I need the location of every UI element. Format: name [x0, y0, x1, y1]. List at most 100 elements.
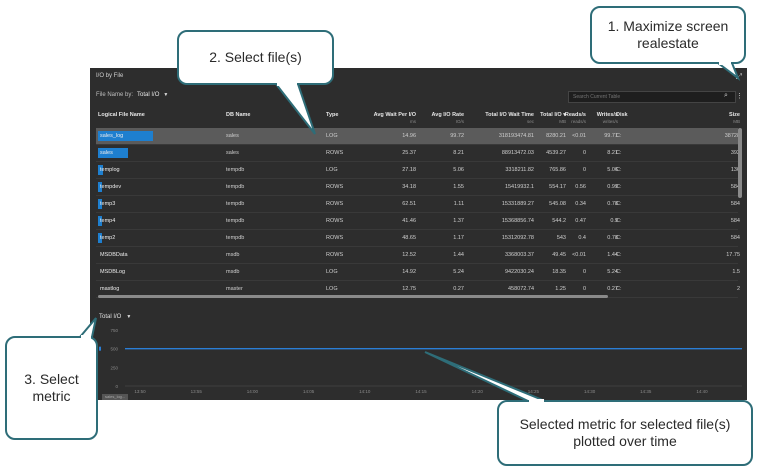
maximize-icon[interactable]: ⤢	[736, 72, 742, 82]
cell-type: ROWS	[326, 201, 344, 207]
cell-disk: C:	[616, 201, 622, 207]
table-row[interactable]: tempdev tempdb ROWS 34.18 1.55 15419932.1 554.…	[96, 179, 740, 196]
cell-db: tempdb	[226, 235, 245, 241]
cell-type: ROWS	[326, 252, 344, 258]
file-name-by-label: File Name by:	[96, 92, 134, 98]
cell-writes: 0.27	[607, 286, 618, 292]
chevron-down-icon[interactable]: ▼	[163, 92, 168, 98]
cell-size: 584	[730, 235, 740, 241]
table-header: Logical File Name DB Name Type Avg Wait Per…	[96, 110, 741, 128]
cell-rate: 1.44	[453, 252, 464, 258]
cell-name: temp2	[100, 235, 116, 241]
table-row[interactable]: temp3 tempdb ROWS 62.51 1.11 15331889.27 545.0…	[96, 196, 740, 213]
table-row[interactable]: templog tempdb LOG 27.18 5.06 3318211.82 765.8…	[96, 162, 740, 179]
cell-name: temp3	[100, 201, 116, 207]
table-row[interactable]: sales_log sales LOG 14.96 99.72 318193474.81 8…	[96, 128, 740, 145]
cell-type: ROWS	[326, 184, 344, 190]
cell-rate: 99.72	[450, 133, 464, 139]
cell-name: mastlog	[100, 286, 120, 292]
x-tick-label: 14:15	[415, 389, 427, 394]
column-header-label: Size	[728, 112, 740, 118]
cell-db: tempdb	[226, 201, 245, 207]
cell-type: LOG	[326, 286, 338, 292]
table-row[interactable]: MSDBLog msdb LOG 14.92 5.24 9422030.24 18.35 0 5…	[96, 264, 740, 281]
cell-writes: 0.78	[607, 201, 618, 207]
cell-size: 17.75	[726, 252, 740, 258]
cell-name: sales_log	[100, 133, 124, 139]
column-header[interactable]: Writes/s writes/s	[558, 112, 618, 124]
table-row[interactable]: MSDBData msdb ROWS 12.52 1.44 3368003.37 49.45…	[96, 247, 740, 264]
callout-selected-metric: Selected metric for selected file(s) plo…	[497, 400, 753, 466]
callout-select-files: 2. Select file(s)	[177, 30, 334, 85]
column-header[interactable]: Avg I/O Rate IO/s	[404, 112, 465, 124]
x-tick-label: 14:30	[584, 389, 596, 394]
cell-disk: C:	[616, 167, 622, 173]
series-marker	[99, 346, 101, 351]
cell-size: 38728	[724, 133, 740, 139]
x-tick-label: 14:20	[472, 389, 484, 394]
cell-disk: C:	[616, 252, 622, 258]
column-header[interactable]: Logical File Name	[98, 112, 145, 118]
cell-name: tempdev	[100, 184, 122, 190]
cell-writes: 5.06	[607, 167, 618, 173]
column-header-label: Logical File Name	[98, 112, 145, 118]
chart-legend: sales_log...	[102, 394, 129, 400]
y-tick-label: 0	[115, 384, 118, 389]
y-tick-label: 750	[110, 328, 118, 333]
metric-selector[interactable]: Total I/O ▼	[99, 314, 131, 320]
table-row[interactable]: sales sales ROWS 25.37 8.21 88913472.03 4539.2…	[96, 145, 740, 162]
cell-name: MSDBData	[100, 252, 128, 258]
cell-type: ROWS	[326, 235, 344, 241]
file-table: sales_log sales LOG 14.96 99.72 318193474.81 8…	[96, 128, 740, 298]
cell-type: LOG	[326, 269, 338, 275]
cell-name: temp4	[100, 218, 116, 224]
cell-disk: C:	[616, 235, 622, 241]
search-icon[interactable]: ⌕	[724, 92, 728, 100]
x-tick-label: 14:10	[359, 389, 371, 394]
vertical-scrollbar[interactable]	[738, 128, 742, 198]
cell-writes: 1.44	[607, 252, 618, 258]
cell-rate: 1.11	[453, 201, 464, 207]
metric-selector-label[interactable]: Total I/O	[99, 314, 121, 320]
cell-disk: C:	[616, 133, 622, 139]
y-tick-label: 500	[110, 347, 118, 352]
cell-rate: 1.55	[453, 184, 464, 190]
column-header[interactable]: Disk	[616, 112, 628, 118]
chevron-down-icon[interactable]: ▼	[126, 314, 131, 320]
table-row[interactable]: temp4 tempdb ROWS 41.46 1.37 15368856.74 544.2…	[96, 213, 740, 230]
cell-db: msdb	[226, 252, 240, 258]
cell-name: sales	[100, 150, 113, 156]
column-header[interactable]: Size MB	[680, 112, 740, 124]
horizontal-scrollbar[interactable]	[98, 295, 608, 298]
x-tick-label: 14:05	[303, 389, 315, 394]
cell-db: master	[226, 286, 243, 292]
cell-db: tempdb	[226, 184, 245, 190]
cell-size: 584	[730, 201, 740, 207]
cell-db: tempdb	[226, 218, 245, 224]
cell-rate: 1.37	[453, 218, 464, 224]
search-input[interactable]	[568, 91, 736, 103]
more-options-icon[interactable]: ⋮	[736, 92, 743, 100]
cell-disk: C:	[616, 218, 622, 224]
cell-disk: C:	[616, 150, 622, 156]
column-header[interactable]: DB Name	[226, 112, 250, 118]
x-tick-label: 14:25	[528, 389, 540, 394]
table-row[interactable]: temp2 tempdb ROWS 48.65 1.17 15312092.78 543 0.…	[96, 230, 740, 247]
x-tick-label: 13:50	[134, 389, 146, 394]
column-header-label: Disk	[616, 112, 628, 118]
column-unit: IO/s	[455, 119, 464, 124]
column-header[interactable]: Type	[326, 112, 338, 118]
io-by-file-panel: I/O by File ⤢ File Name by: Total I/O ▼ …	[90, 68, 747, 400]
file-name-by-dropdown[interactable]: Total I/O	[137, 92, 159, 98]
cell-db: sales	[226, 150, 239, 156]
cell-writes: 5.24	[607, 269, 618, 275]
panel-title: I/O by File	[96, 73, 124, 79]
cell-writes: 0.78	[607, 235, 618, 241]
cell-size: 584	[730, 184, 740, 190]
cell-type: LOG	[326, 133, 338, 139]
cell-type: ROWS	[326, 218, 344, 224]
cell-disk: C:	[616, 269, 622, 275]
cell-rate: 1.17	[453, 235, 464, 241]
y-tick-label: 250	[110, 365, 118, 370]
cell-type: LOG	[326, 167, 338, 173]
